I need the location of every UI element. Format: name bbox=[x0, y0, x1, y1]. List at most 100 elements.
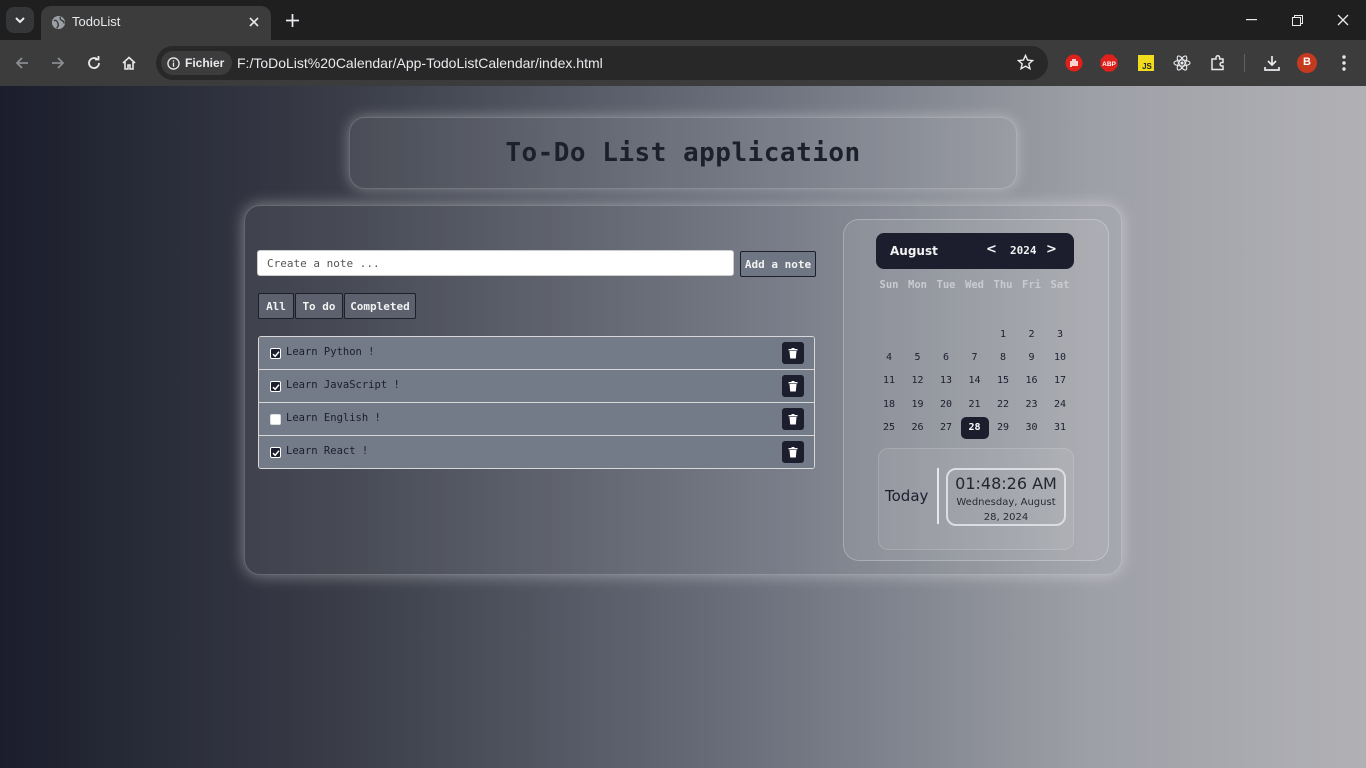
calendar-weekday: Tue bbox=[936, 279, 956, 291]
calendar-day[interactable]: 24 bbox=[1046, 395, 1074, 415]
note-input[interactable] bbox=[257, 250, 734, 276]
trash-icon bbox=[788, 413, 798, 424]
calendar-day[interactable]: 20 bbox=[932, 395, 960, 415]
minimize-button[interactable] bbox=[1228, 6, 1274, 34]
calendar-month: August bbox=[890, 244, 938, 258]
calendar-day[interactable]: 16 bbox=[1018, 371, 1046, 391]
calendar-day[interactable]: 18 bbox=[875, 395, 903, 415]
todo-checkbox[interactable] bbox=[270, 414, 281, 425]
calendar-card: August < 2024 > Sun Mon Tue Wed Thu Fri Sat 1 2 3… bbox=[843, 219, 1109, 561]
browser-tab[interactable]: TodoList bbox=[41, 6, 271, 40]
add-note-button[interactable]: Add a note bbox=[740, 251, 816, 277]
chevron-down-icon bbox=[15, 17, 25, 24]
checkmark-icon bbox=[271, 449, 280, 456]
restore-icon bbox=[1291, 14, 1303, 26]
browser-toolbar: Fichier F:/ToDoList%20Calendar/App-TodoL… bbox=[0, 40, 1366, 86]
calendar-day[interactable]: 1 bbox=[989, 325, 1017, 345]
calendar-day[interactable]: 17 bbox=[1046, 371, 1074, 391]
home-button[interactable] bbox=[116, 50, 142, 76]
todo-checkbox[interactable] bbox=[270, 348, 281, 359]
js-extension[interactable]: JS bbox=[1136, 53, 1156, 73]
calendar-day[interactable]: 2 bbox=[1018, 325, 1046, 345]
calendar-prev-year[interactable]: < bbox=[986, 242, 997, 257]
url-text[interactable]: F:/ToDoList%20Calendar/App-TodoListCalen… bbox=[237, 55, 603, 71]
puzzle-icon bbox=[1211, 54, 1224, 71]
clock-time: 01:48:26 AM bbox=[955, 474, 1057, 493]
react-devtools-extension[interactable] bbox=[1172, 53, 1192, 73]
todo-item: Learn Python ! bbox=[259, 337, 814, 370]
toolbar-separator bbox=[1244, 54, 1245, 72]
calendar-next-year[interactable]: > bbox=[1046, 242, 1057, 257]
todo-text: Learn English ! bbox=[286, 412, 381, 424]
close-icon bbox=[1337, 14, 1349, 26]
forward-button[interactable] bbox=[45, 50, 71, 76]
calendar-day[interactable]: 6 bbox=[932, 348, 960, 368]
globe-icon bbox=[51, 15, 66, 30]
window-close-button[interactable] bbox=[1320, 6, 1366, 34]
delete-todo-button[interactable] bbox=[782, 408, 804, 430]
svg-text:JS: JS bbox=[1142, 62, 1152, 71]
downloads-button[interactable] bbox=[1262, 53, 1282, 73]
calendar-day[interactable]: 13 bbox=[932, 371, 960, 391]
calendar-day[interactable]: 30 bbox=[1018, 418, 1046, 438]
filter-all-button[interactable]: All bbox=[258, 293, 294, 319]
security-label: Fichier bbox=[185, 56, 225, 70]
address-bar[interactable]: Fichier F:/ToDoList%20Calendar/App-TodoL… bbox=[156, 46, 1048, 80]
delete-todo-button[interactable] bbox=[782, 375, 804, 397]
calendar-day[interactable]: 21 bbox=[961, 395, 989, 415]
calendar-day[interactable]: 3 bbox=[1046, 325, 1074, 345]
calendar-day[interactable]: 23 bbox=[1018, 395, 1046, 415]
tab-search-button[interactable] bbox=[6, 7, 34, 33]
adblock-plus-extension[interactable]: ABP bbox=[1099, 53, 1119, 73]
tab-close-button[interactable] bbox=[245, 13, 263, 31]
stop-hand-icon bbox=[1065, 54, 1083, 72]
calendar-day[interactable]: 15 bbox=[989, 371, 1017, 391]
calendar-day[interactable]: 29 bbox=[989, 418, 1017, 438]
calendar-day[interactable]: 19 bbox=[904, 395, 932, 415]
reload-icon bbox=[88, 56, 100, 69]
calendar-day[interactable]: 10 bbox=[1046, 348, 1074, 368]
calendar-day[interactable]: 5 bbox=[904, 348, 932, 368]
calendar-day[interactable]: 9 bbox=[1018, 348, 1046, 368]
calendar-weekday: Mon bbox=[908, 279, 927, 291]
star-icon[interactable] bbox=[1017, 54, 1034, 71]
delete-todo-button[interactable] bbox=[782, 342, 804, 364]
trash-icon bbox=[788, 380, 798, 391]
js-icon: JS bbox=[1138, 55, 1154, 71]
filter-todo-button[interactable]: To do bbox=[295, 293, 343, 319]
browser-menu-button[interactable] bbox=[1334, 53, 1354, 73]
calendar-day[interactable]: 4 bbox=[875, 348, 903, 368]
site-info-chip[interactable]: Fichier bbox=[161, 51, 233, 75]
trash-icon bbox=[788, 347, 798, 358]
calendar-weekday: Sun bbox=[879, 279, 899, 291]
new-tab-button[interactable] bbox=[282, 10, 302, 30]
todo-text: Learn JavaScript ! bbox=[286, 379, 400, 391]
calendar-day[interactable]: 22 bbox=[989, 395, 1017, 415]
filter-completed-button[interactable]: Completed bbox=[344, 293, 416, 319]
calendar-day[interactable]: 7 bbox=[961, 348, 989, 368]
calendar-year: 2024 bbox=[1010, 244, 1037, 257]
calendar-day[interactable]: 8 bbox=[989, 348, 1017, 368]
back-button[interactable] bbox=[9, 50, 35, 76]
calendar-day[interactable]: 31 bbox=[1046, 418, 1074, 438]
restore-button[interactable] bbox=[1274, 6, 1320, 34]
calendar-day[interactable]: 26 bbox=[904, 418, 932, 438]
calendar-day[interactable]: 25 bbox=[875, 418, 903, 438]
todo-checkbox[interactable] bbox=[270, 381, 281, 392]
stop-hand-extension[interactable] bbox=[1064, 53, 1084, 73]
today-label: Today bbox=[885, 487, 929, 505]
reload-button[interactable] bbox=[81, 50, 107, 76]
delete-todo-button[interactable] bbox=[782, 441, 804, 463]
home-icon bbox=[122, 56, 136, 70]
calendar-day-today[interactable]: 28 bbox=[960, 416, 989, 439]
todo-list: Learn Python ! Learn JavaScript ! Learn En… bbox=[258, 336, 815, 469]
info-icon bbox=[167, 56, 180, 70]
profile-button[interactable]: B bbox=[1297, 53, 1317, 73]
calendar-day[interactable]: 11 bbox=[875, 371, 903, 391]
calendar-day[interactable]: 27 bbox=[932, 418, 960, 438]
calendar-day[interactable]: 12 bbox=[904, 371, 932, 391]
calendar-day[interactable]: 14 bbox=[961, 371, 989, 391]
puzzle-extensions[interactable] bbox=[1208, 53, 1228, 73]
todo-item: Learn English ! bbox=[259, 403, 814, 436]
todo-checkbox[interactable] bbox=[270, 447, 281, 458]
